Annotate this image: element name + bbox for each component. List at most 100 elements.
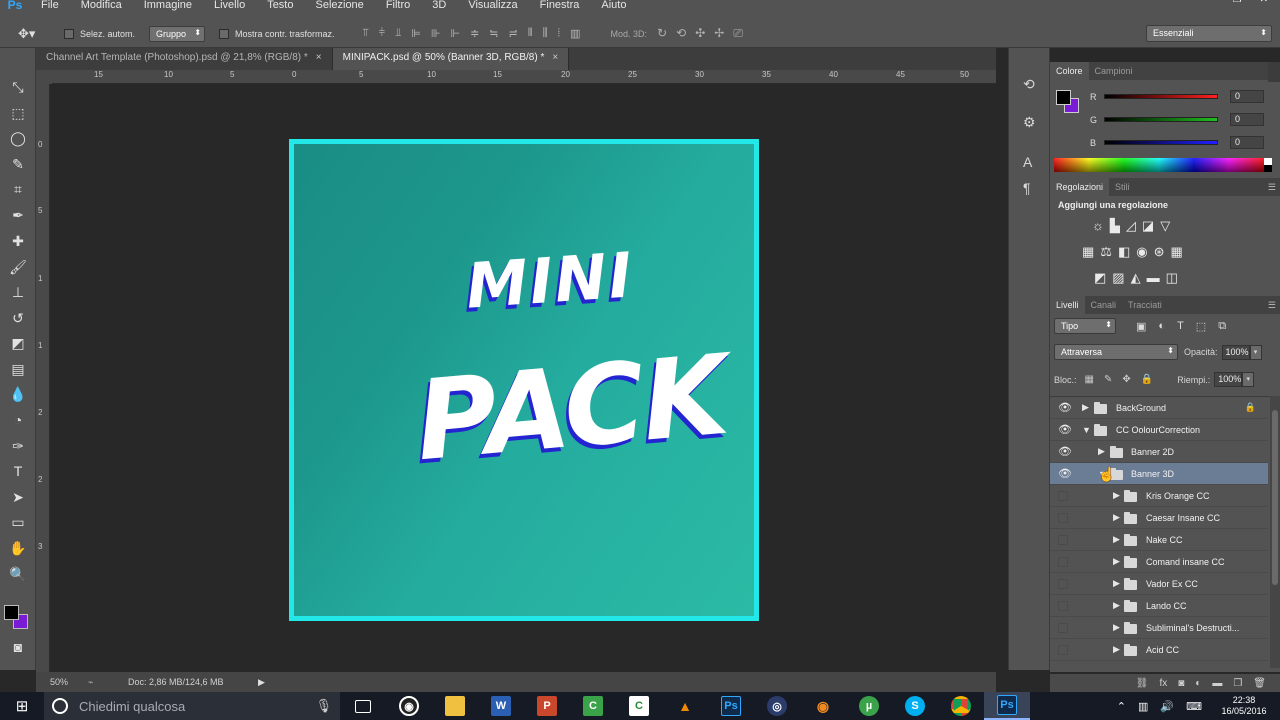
channel-r-value[interactable]: 0 (1230, 90, 1264, 103)
hand-tool-icon[interactable]: ✋ (6, 537, 30, 559)
visibility-toggle[interactable] (1058, 512, 1068, 523)
expand-arrow-icon[interactable]: ▶ (1113, 512, 1120, 523)
expand-arrow-icon[interactable]: ▶ (1113, 644, 1120, 655)
layer-row-vador-ex[interactable]: ▶ Vador Ex CC (1050, 573, 1268, 595)
tab-tracciati[interactable]: Tracciati (1122, 296, 1168, 314)
distribute-hcenter-icon[interactable]: ⫼ (543, 27, 548, 40)
lock-pixels-icon[interactable]: ✎ (1104, 374, 1112, 385)
microphone-icon[interactable]: 🎙 (315, 698, 332, 714)
visibility-toggle[interactable] (1058, 534, 1068, 545)
menu-selezione[interactable]: Selezione (304, 0, 374, 11)
taskbar-app-cinema4d[interactable]: ◎ (754, 692, 800, 720)
marquee-tool-icon[interactable]: ⬚ (6, 102, 30, 124)
gradient-tool-icon[interactable]: ▤ (6, 358, 30, 380)
expand-arrow-icon[interactable]: ▶ (1113, 622, 1120, 633)
menu-immagine[interactable]: Immagine (133, 0, 203, 11)
visibility-toggle[interactable] (1058, 644, 1068, 655)
auto-select-checkbox[interactable] (64, 28, 74, 39)
taskbar-app-explorer[interactable] (432, 692, 478, 720)
brightness-icon[interactable]: ☼ (1092, 218, 1104, 234)
visibility-eye-icon[interactable]: 👁 (1058, 468, 1072, 480)
layer-row-colour-correction[interactable]: 👁 ▼ CC OolourCorrection (1050, 419, 1268, 441)
distribute-vcenter-icon[interactable]: ≒ (489, 27, 498, 40)
rotate-3d-icon[interactable]: ↻ (657, 26, 667, 41)
visibility-toggle[interactable] (1058, 556, 1068, 567)
drag-3d-icon[interactable]: ✣ (695, 26, 705, 41)
quick-mask-icon[interactable]: ◙ (6, 636, 30, 658)
tab-campioni[interactable]: Campioni (1089, 62, 1139, 80)
posterize-icon[interactable]: ▨ (1112, 270, 1124, 286)
properties-panel-icon[interactable]: ⚙ (1023, 114, 1036, 131)
distribute-left-icon[interactable]: ⦀ (528, 27, 533, 40)
brush-tool-icon[interactable]: 🖌 (6, 256, 30, 278)
move-tool-icon[interactable]: ⤡ (6, 76, 30, 98)
invert-icon[interactable]: ◩ (1094, 270, 1106, 286)
status-menu-arrow-icon[interactable]: ▶ (258, 677, 265, 688)
close-button[interactable]: ✕ (1260, 0, 1268, 5)
tab-canali[interactable]: Canali (1085, 296, 1123, 314)
minimize-button[interactable]: – (1209, 0, 1215, 5)
slider-track-r[interactable] (1104, 94, 1218, 99)
tab-regolazioni[interactable]: Regolazioni (1050, 178, 1110, 196)
menu-visualizza[interactable]: Visualizza (457, 0, 528, 11)
new-group-icon[interactable]: ▬ (1212, 678, 1222, 689)
curves-icon[interactable]: ◿ (1126, 218, 1136, 234)
panel-foreground-swatch[interactable] (1056, 90, 1071, 105)
layer-row-subliminal[interactable]: ▶ Subliminal's Destructi... (1050, 617, 1268, 639)
expand-arrow-icon[interactable]: ▶ (1113, 534, 1120, 545)
filter-smart-object-icon[interactable]: ⧉ (1218, 320, 1226, 333)
taskbar-app-camtasia-recorder[interactable]: C (616, 692, 662, 720)
history-brush-tool-icon[interactable]: ↺ (6, 307, 30, 329)
zoom-tool-icon[interactable]: 🔍 (6, 563, 30, 585)
slider-g[interactable]: G 0 (1090, 113, 1264, 126)
eyedropper-tool-icon[interactable]: ✒ (6, 204, 30, 226)
slider-track-g[interactable] (1104, 117, 1218, 122)
filter-type-icon[interactable]: T (1177, 320, 1184, 333)
task-view-button[interactable] (340, 692, 386, 720)
paragraph-panel-icon[interactable]: ¶ (1023, 180, 1031, 196)
black-white-icon[interactable]: ◧ (1118, 244, 1130, 260)
menu-testo[interactable]: Testo (256, 0, 304, 11)
horizontal-ruler[interactable]: 15 10 5 0 5 10 15 20 25 30 35 40 45 50 (52, 70, 996, 84)
gradient-map-icon[interactable]: ▬ (1147, 270, 1160, 286)
filter-kind-dropdown[interactable]: Tipo (1054, 318, 1116, 334)
levels-icon[interactable]: ▙ (1110, 218, 1120, 234)
start-button[interactable]: ⊞ (0, 692, 44, 720)
cortana-search[interactable]: Chiedimi qualcosa 🎙 (44, 692, 340, 720)
new-layer-icon[interactable]: ❐ (1233, 678, 1242, 689)
history-panel-icon[interactable]: ⟲ (1023, 76, 1035, 93)
taskbar-app-utorrent[interactable]: µ (846, 692, 892, 720)
blend-mode-dropdown[interactable]: Attraversa (1054, 344, 1178, 360)
export-icon[interactable]: ⌁ (88, 677, 100, 688)
align-vcenter-icon[interactable]: ⫩ (379, 27, 385, 40)
link-layers-icon[interactable]: ⛓ (1136, 678, 1149, 689)
zoom-level-field[interactable]: 50% (50, 677, 84, 687)
layer-row-caesar-insane[interactable]: ▶ Caesar Insane CC (1050, 507, 1268, 529)
threshold-icon[interactable]: ◭ (1131, 270, 1141, 286)
taskbar-app-vlc[interactable]: ▲ (662, 692, 708, 720)
menu-filtro[interactable]: Filtro (375, 0, 421, 11)
channel-mixer-icon[interactable]: ⊛ (1154, 244, 1165, 260)
new-adjustment-icon[interactable]: ◐ (1195, 678, 1201, 689)
fill-dropdown-icon[interactable]: ▾ (1242, 372, 1255, 387)
lock-position-icon[interactable]: ✥ (1122, 374, 1130, 385)
opacity-field[interactable]: 100% (1221, 344, 1250, 360)
menu-finestra[interactable]: Finestra (529, 0, 591, 11)
visibility-eye-icon[interactable]: 👁 (1058, 424, 1072, 436)
close-tab-icon[interactable]: × (316, 52, 322, 63)
filter-pixel-icon[interactable]: ▣ (1136, 320, 1146, 333)
layer-row-comand-insane[interactable]: ▶ Comand insane CC (1050, 551, 1268, 573)
layer-row-background[interactable]: 👁 ▶ BackGround 🔒 (1050, 397, 1268, 419)
align-top-icon[interactable]: ⫪ (363, 27, 369, 40)
taskbar-app-powerpoint[interactable]: P (524, 692, 570, 720)
tab-stili[interactable]: Stili (1109, 178, 1136, 196)
document-canvas[interactable]: MINI PACK (52, 84, 996, 672)
auto-select-group-dropdown[interactable]: Gruppo (149, 25, 206, 42)
layer-style-fx-icon[interactable]: fx (1159, 678, 1167, 689)
eraser-tool-icon[interactable]: ◩ (6, 332, 30, 354)
menu-aiuto[interactable]: Aiuto (590, 0, 637, 11)
expand-arrow-icon[interactable]: ▶ (1113, 490, 1120, 501)
healing-brush-tool-icon[interactable]: ✚ (6, 230, 30, 252)
taskbar-app-photoshop-1[interactable]: Ps (708, 692, 754, 720)
channel-g-value[interactable]: 0 (1230, 113, 1264, 126)
